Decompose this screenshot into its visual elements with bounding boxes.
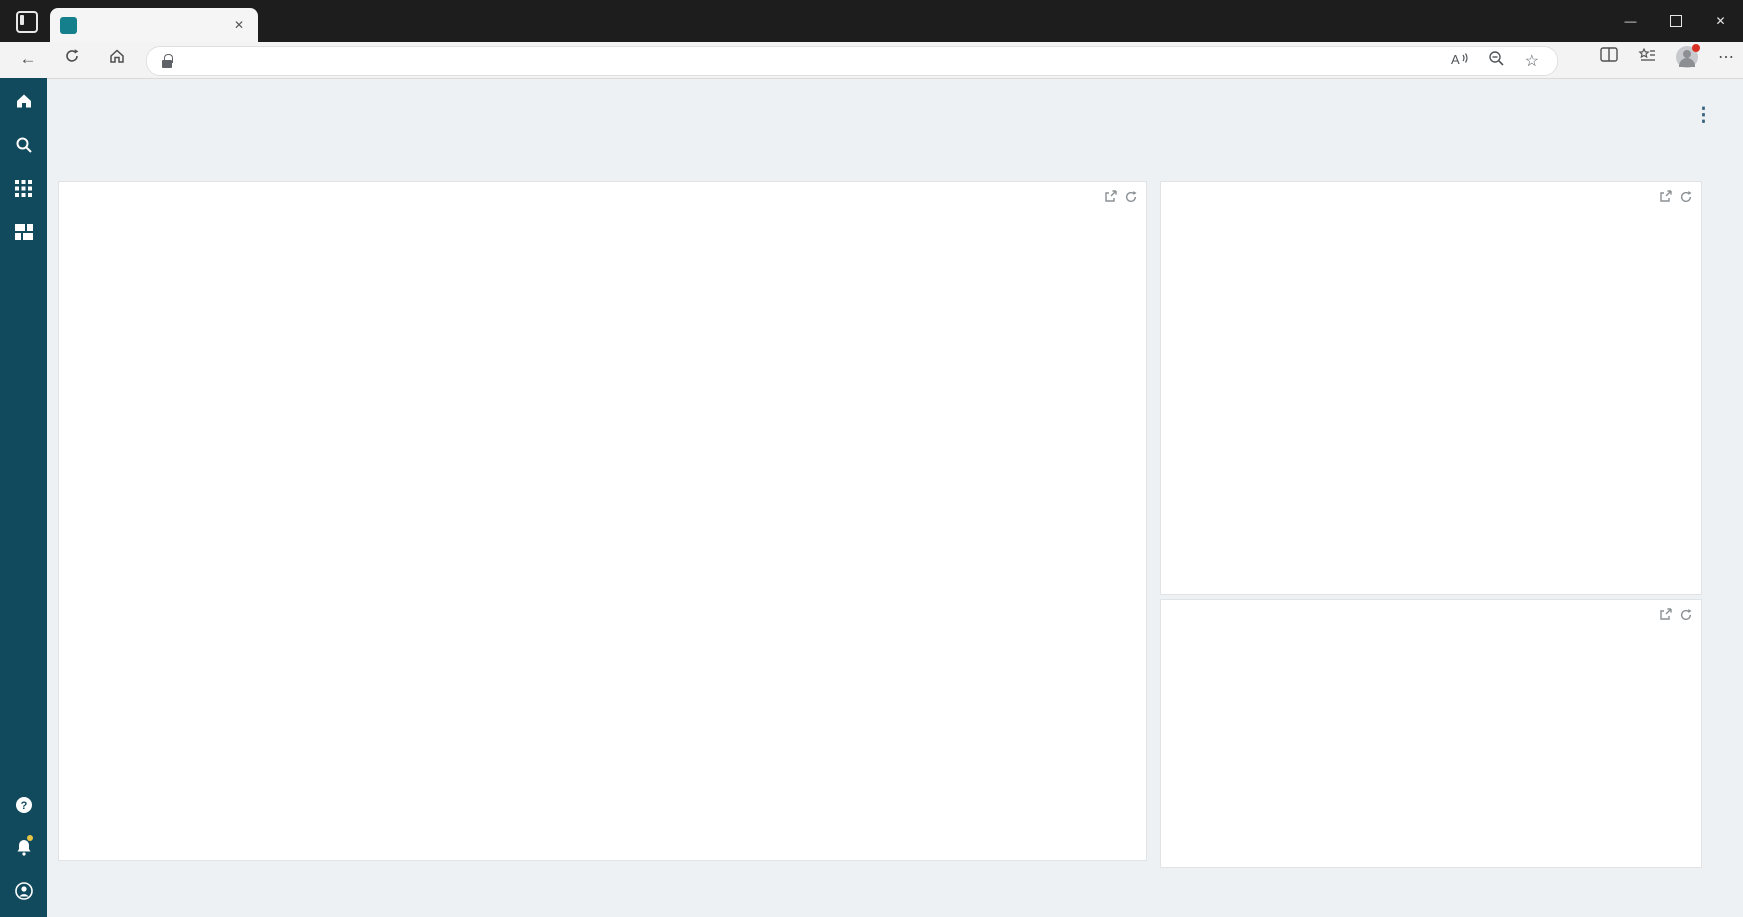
expand-icon[interactable]	[1658, 608, 1672, 627]
expand-icon[interactable]	[1103, 190, 1117, 209]
job-status-chart[interactable]	[1161, 208, 1701, 556]
window-minimize-button[interactable]: —	[1608, 0, 1653, 42]
browser-profile-avatar[interactable]	[1676, 46, 1698, 68]
epicor-favicon	[60, 17, 77, 34]
back-button[interactable]: ←	[16, 47, 40, 71]
browser-window: ✕ — ✕ ← A ☆ ⋯	[0, 0, 1743, 917]
help-icon[interactable]: ?	[0, 796, 47, 822]
profile-notification-dot	[1692, 44, 1700, 52]
window-maximize-button[interactable]	[1653, 0, 1698, 42]
window-close-button[interactable]: ✕	[1698, 0, 1743, 42]
home-icon[interactable]	[0, 92, 47, 118]
zoom-out-icon[interactable]	[1488, 50, 1505, 72]
job-status-card	[1160, 181, 1702, 595]
notifications-bell-icon[interactable]	[0, 838, 47, 864]
apps-grid-icon[interactable]	[0, 180, 47, 206]
refresh-icon[interactable]	[1124, 190, 1138, 209]
lock-icon[interactable]	[161, 54, 173, 68]
home-button[interactable]	[105, 47, 129, 71]
split-screen-icon[interactable]	[1600, 47, 1618, 67]
refresh-icon[interactable]	[1679, 190, 1693, 209]
shop-load-card	[58, 181, 1147, 861]
search-icon[interactable]	[0, 136, 47, 162]
workspaces-icon[interactable]	[16, 11, 38, 33]
favorite-star-icon[interactable]: ☆	[1525, 51, 1539, 71]
tab-close-icon[interactable]: ✕	[230, 16, 248, 34]
browser-menu-icon[interactable]: ⋯	[1718, 47, 1735, 67]
pump-chart[interactable]	[1161, 626, 1701, 838]
refresh-icon[interactable]	[1679, 608, 1693, 627]
dashboards-icon[interactable]	[0, 224, 47, 250]
account-icon[interactable]	[0, 882, 47, 908]
collections-icon[interactable]	[1638, 47, 1656, 68]
notification-badge	[27, 835, 33, 841]
read-aloud-icon[interactable]: A	[1450, 51, 1468, 72]
address-bar[interactable]: A ☆	[146, 46, 1558, 76]
pump-card	[1160, 599, 1702, 868]
shop-floor-3d-illustration[interactable]	[59, 215, 1146, 860]
browser-tab[interactable]: ✕	[50, 8, 258, 42]
svg-text:?: ?	[20, 800, 27, 812]
page-overflow-menu-icon[interactable]: ⋮	[1694, 104, 1713, 127]
browser-titlebar: ✕ — ✕	[0, 0, 1743, 42]
expand-icon[interactable]	[1658, 190, 1672, 209]
app-sidebar: ?	[0, 78, 47, 917]
svg-text:A: A	[1451, 52, 1460, 67]
refresh-button[interactable]	[60, 47, 84, 71]
